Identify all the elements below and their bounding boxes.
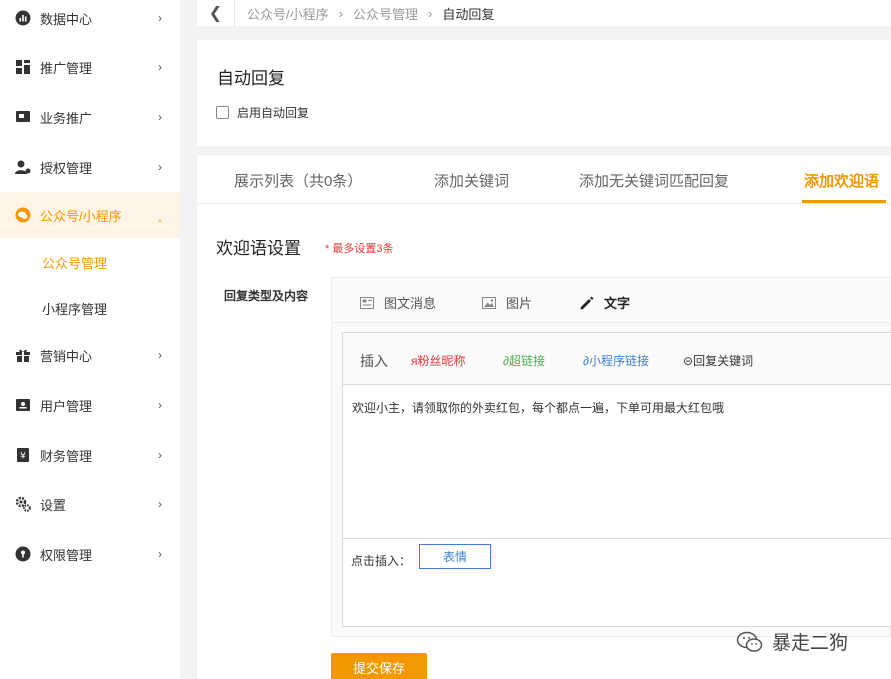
chevron-right-icon: › [158, 60, 162, 74]
watermark: 暴走二狗 [736, 628, 848, 655]
breadcrumb-item[interactable]: 公众号管理 [353, 4, 418, 23]
chevron-up-icon: ‸ [157, 208, 162, 222]
user-auth-icon [14, 158, 32, 176]
chevron-right-icon: › [158, 160, 162, 174]
enable-auto-reply-label: 启用自动回复 [237, 106, 310, 120]
sidebar-item-user-management[interactable]: 用户管理 › [0, 382, 180, 428]
chevron-right-icon: › [158, 398, 162, 412]
svg-text:¥: ¥ [20, 452, 26, 462]
enable-auto-reply-checkbox[interactable] [216, 106, 229, 119]
monitor-icon [14, 108, 32, 126]
insert-fan-nickname[interactable]: ᴙ粉丝昵称 [411, 352, 466, 369]
gift-icon [14, 346, 32, 364]
sidebar-subitem-official-account[interactable]: 公众号管理 [0, 242, 180, 282]
sidebar-subitem-miniprogram[interactable]: 小程序管理 [0, 288, 180, 328]
chevron-right-icon: › [158, 448, 162, 462]
reply-type-bar: 图文消息 图片 文字 [332, 278, 891, 323]
tab-add-no-keyword-reply[interactable]: 添加无关键词匹配回复 [579, 170, 729, 191]
reply-editor: 图文消息 图片 文字 插入 ᴙ粉丝昵称 ∂超链接 ∂小程序链接 ⊝回复关键词 欢… [331, 277, 891, 637]
id-card-icon [14, 396, 32, 414]
insert-option-label: 超链接 [508, 354, 545, 368]
minus-circle-icon: ⊝ [683, 354, 694, 368]
chevron-right-icon: › [158, 547, 162, 561]
sidebar: 数据中心 › 推广管理 › 业务推广 › 授权管理 › 公众号/小程序 ‸ 公众… [0, 0, 180, 679]
wechat-icon [14, 206, 32, 224]
image-icon [482, 296, 496, 309]
yen-icon: ¥ [14, 446, 32, 464]
sidebar-item-wechat-miniprogram[interactable]: 公众号/小程序 ‸ [0, 192, 180, 238]
pen-icon [579, 296, 594, 310]
chevron-right-icon: › [158, 348, 162, 362]
tab-list[interactable]: 展示列表（共0条） [234, 170, 362, 191]
chart-circle-icon [14, 9, 32, 27]
sidebar-subitem-label: 小程序管理 [42, 301, 108, 317]
wechat-icon [736, 631, 764, 653]
tab-add-keyword[interactable]: 添加关键词 [434, 170, 509, 191]
breadcrumb: ❮ 公众号/小程序 › 公众号管理 › 自动回复 [197, 0, 891, 26]
sidebar-item-label: 推广管理 [40, 60, 93, 76]
sidebar-item-label: 营销中心 [40, 348, 93, 364]
insert-option-label: 小程序链接 [588, 354, 649, 368]
sidebar-item-label: 公众号/小程序 [40, 208, 122, 224]
sidebar-item-business-promotion[interactable]: 业务推广 › [0, 94, 180, 140]
back-button[interactable]: ❮ [197, 0, 235, 26]
active-tab-indicator [802, 200, 886, 203]
sidebar-item-settings[interactable]: 设置 › [0, 481, 180, 527]
sidebar-item-label: 设置 [40, 497, 67, 513]
tab-bar: 展示列表（共0条） 添加关键词 添加无关键词匹配回复 添加欢迎语 [197, 156, 891, 204]
sidebar-item-authorization[interactable]: 授权管理 › [0, 144, 180, 190]
reply-type-image[interactable]: 图片 [482, 293, 532, 312]
tab-add-welcome[interactable]: 添加欢迎语 [804, 170, 879, 191]
reply-type-label: 文字 [604, 296, 631, 311]
sidebar-item-label: 授权管理 [40, 160, 93, 176]
enable-auto-reply-row[interactable]: 启用自动回复 [216, 104, 309, 121]
sidebar-item-label: 权限管理 [40, 547, 93, 563]
section-title: 欢迎语设置 [216, 239, 301, 258]
sidebar-item-label: 数据中心 [40, 11, 93, 27]
chevron-left-icon: ❮ [208, 5, 223, 22]
insert-miniprogram-link[interactable]: ∂小程序链接 [583, 352, 649, 369]
insert-toolbar: 插入 ᴙ粉丝昵称 ∂超链接 ∂小程序链接 ⊝回复关键词 [343, 333, 891, 385]
text-editor-panel: 插入 ᴙ粉丝昵称 ∂超链接 ∂小程序链接 ⊝回复关键词 欢迎小主，请领取你的外卖… [342, 332, 891, 627]
news-icon [360, 296, 374, 309]
reply-type-news[interactable]: 图文消息 [360, 293, 436, 312]
insert-option-label: 回复关键词 [693, 354, 754, 368]
max-limit-note: * 最多设置3条 [325, 243, 394, 255]
click-insert-bar: 点击插入： 表情 [343, 538, 891, 576]
breadcrumb-current: 自动回复 [442, 6, 495, 22]
page-title: 自动回复 [217, 69, 285, 88]
insert-option-label: 粉丝昵称 [417, 354, 466, 368]
sidebar-item-finance[interactable]: ¥ 财务管理 › [0, 432, 180, 478]
main-card: 展示列表（共0条） 添加关键词 添加无关键词匹配回复 添加欢迎语 欢迎语设置 *… [197, 156, 891, 679]
sidebar-item-permissions[interactable]: 权限管理 › [0, 531, 180, 577]
watermark-text: 暴走二狗 [772, 633, 849, 654]
sidebar-subitem-label: 公众号管理 [42, 255, 108, 271]
reply-type-label: 图文消息 [384, 296, 437, 311]
sidebar-item-label: 财务管理 [40, 448, 93, 464]
shield-icon [14, 545, 32, 563]
reply-type-label: 图片 [506, 296, 533, 311]
click-insert-label: 点击插入： [351, 554, 412, 568]
sidebar-item-label: 用户管理 [40, 398, 93, 414]
chevron-right-icon: › [158, 110, 162, 124]
submit-save-button[interactable]: 提交保存 [331, 653, 427, 679]
sidebar-item-data-center[interactable]: 数据中心 › [0, 0, 180, 41]
breadcrumb-separator-icon: › [427, 5, 433, 21]
sidebar-item-label: 业务推广 [40, 110, 93, 126]
emoji-button[interactable]: 表情 [419, 544, 491, 569]
breadcrumb-item[interactable]: 公众号/小程序 [247, 4, 329, 23]
chevron-right-icon: › [158, 11, 162, 25]
grid-icon [14, 58, 32, 76]
sidebar-item-promotion-management[interactable]: 推广管理 › [0, 44, 180, 90]
reply-type-label: 回复类型及内容 [224, 289, 309, 303]
insert-reply-keyword[interactable]: ⊝回复关键词 [683, 352, 753, 369]
insert-label: 插入 [360, 353, 388, 369]
breadcrumb-separator-icon: › [338, 5, 343, 21]
chevron-right-icon: › [158, 497, 162, 511]
reply-type-text[interactable]: 文字 [579, 293, 630, 312]
insert-hyperlink[interactable]: ∂超链接 [503, 352, 545, 369]
sidebar-item-marketing[interactable]: 营销中心 › [0, 332, 180, 378]
title-card: 自动回复 启用自动回复 [197, 40, 891, 146]
gear-icon [14, 495, 32, 513]
